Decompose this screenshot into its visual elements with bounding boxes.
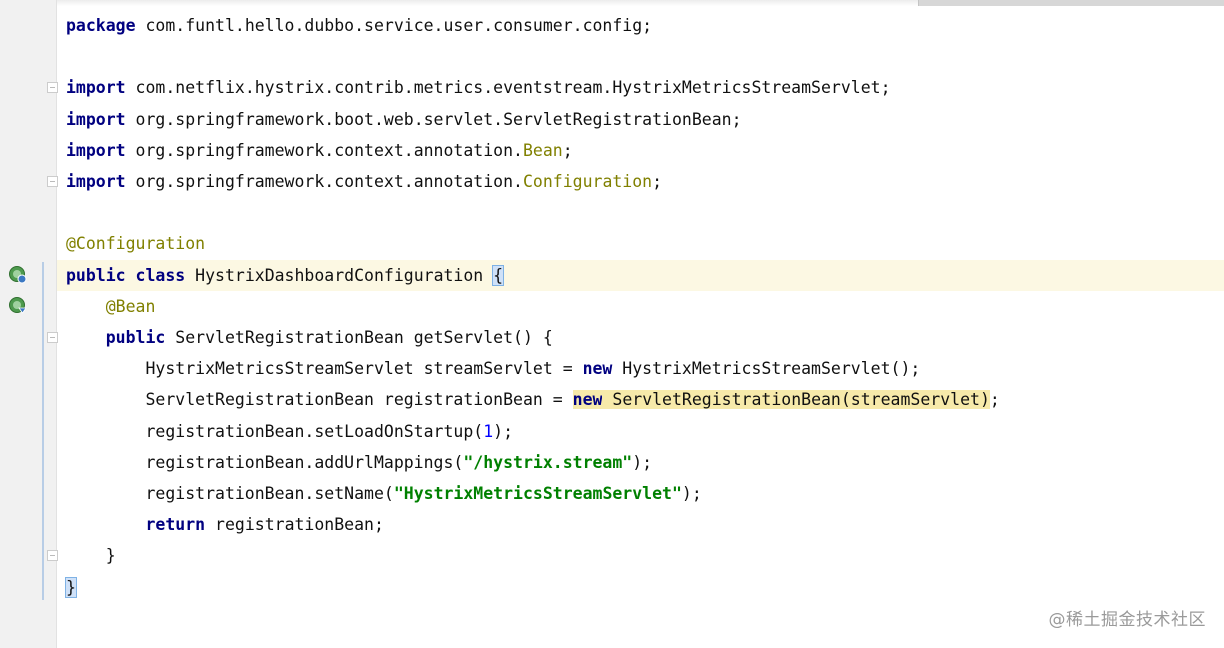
code-token: ; <box>652 172 663 191</box>
code-token: org.springframework.context.annotation. <box>125 140 523 160</box>
code-token: Configuration <box>522 172 653 191</box>
code-line-4[interactable]: import org.springframework.boot.web.serv… <box>66 104 742 135</box>
code-line-11[interactable]: public ServletRegistrationBean getServle… <box>66 322 553 353</box>
code-token: registrationBean.setName( <box>66 484 394 503</box>
code-line-12[interactable]: HystrixMetricsStreamServlet streamServle… <box>66 353 920 384</box>
code-token: ServletRegistrationBean getServlet() { <box>165 328 553 347</box>
code-line-15[interactable]: registrationBean.addUrlMappings("/hystri… <box>66 447 652 478</box>
fold-toggle-icon[interactable] <box>47 332 58 343</box>
code-token: "HystrixMetricsStreamServlet" <box>393 484 682 503</box>
code-token: registrationBean; <box>205 515 384 535</box>
code-token: public <box>105 328 166 347</box>
code-line-18[interactable]: } <box>66 540 116 571</box>
code-token: ); <box>493 421 514 441</box>
code-token: ; <box>989 390 1000 410</box>
code-token: { <box>492 264 505 286</box>
code-token: import <box>66 172 126 191</box>
fold-toggle-icon[interactable] <box>47 82 58 94</box>
code-token: import <box>66 109 126 129</box>
code-line-13[interactable]: ServletRegistrationBean registrationBean… <box>66 384 1000 415</box>
code-token: new <box>582 359 613 379</box>
code-line-1[interactable]: package com.funtl.hello.dubbo.service.us… <box>66 10 652 41</box>
code-token: ); <box>632 452 653 472</box>
code-token: "/hystrix.stream" <box>463 452 633 472</box>
code-token: @Bean <box>105 296 156 316</box>
code-line-17[interactable]: return registrationBean; <box>66 509 384 540</box>
code-token: ); <box>681 484 702 503</box>
code-line-5[interactable]: import org.springframework.context.annot… <box>66 135 573 166</box>
code-token: import <box>66 140 126 160</box>
scope-indicator-line <box>42 262 44 600</box>
code-token: org.springframework.boot.web.servlet.Ser… <box>125 109 742 129</box>
code-editor[interactable]: package com.funtl.hello.dubbo.service.us… <box>0 0 1224 648</box>
code-token: registrationBean.setLoadOnStartup( <box>66 421 484 441</box>
code-token: HystrixDashboardConfiguration <box>185 265 494 285</box>
code-line-16[interactable]: registrationBean.setName("HystrixMetrics… <box>66 478 702 509</box>
code-token: com.funtl.hello.dubbo.service.user.consu… <box>135 16 653 35</box>
code-token: Bean <box>522 140 563 160</box>
watermark: @稀土掘金技术社区 <box>1048 610 1206 630</box>
code-token: registrationBean.addUrlMappings( <box>66 452 464 472</box>
code-token: package <box>66 16 136 35</box>
code-token: ServletRegistrationBean registrationBean… <box>66 390 573 410</box>
code-token: 1 <box>483 421 494 441</box>
spring-bean-icon[interactable] <box>8 265 28 285</box>
code-token: import <box>66 78 126 98</box>
code-token: org.springframework.context.annotation. <box>125 172 523 191</box>
spring-bean-method-icon[interactable] <box>8 296 28 316</box>
fold-toggle-icon[interactable] <box>47 176 58 187</box>
code-token: return <box>145 515 206 535</box>
code-token: HystrixMetricsStreamServlet(); <box>612 359 921 379</box>
code-token: } <box>66 546 116 566</box>
code-line-14[interactable]: registrationBean.setLoadOnStartup(1); <box>66 416 513 447</box>
code-line-3[interactable]: import com.netflix.hystrix.contrib.metri… <box>66 72 891 103</box>
code-token: ; <box>562 140 573 160</box>
code-token: new <box>572 390 603 410</box>
code-token: } <box>65 576 77 598</box>
code-token: com.netflix.hystrix.contrib.metrics.even… <box>125 78 891 98</box>
code-line-10[interactable]: @Bean <box>66 291 156 322</box>
code-token: public <box>66 265 126 285</box>
code-token: HystrixMetricsStreamServlet streamServle… <box>66 359 583 379</box>
code-line-8[interactable]: @Configuration <box>66 228 205 259</box>
code-line-6[interactable]: import org.springframework.context.annot… <box>66 166 662 197</box>
code-line-9[interactable]: public class HystrixDashboardConfigurati… <box>66 260 505 291</box>
code-token: class <box>135 265 186 285</box>
code-line-19[interactable]: } <box>65 572 77 603</box>
code-token: ServletRegistrationBean(streamServlet) <box>602 390 990 410</box>
horizontal-scrollbar-thumb[interactable] <box>918 0 1224 6</box>
fold-toggle-icon[interactable] <box>47 550 58 562</box>
code-token: @Configuration <box>66 234 206 254</box>
